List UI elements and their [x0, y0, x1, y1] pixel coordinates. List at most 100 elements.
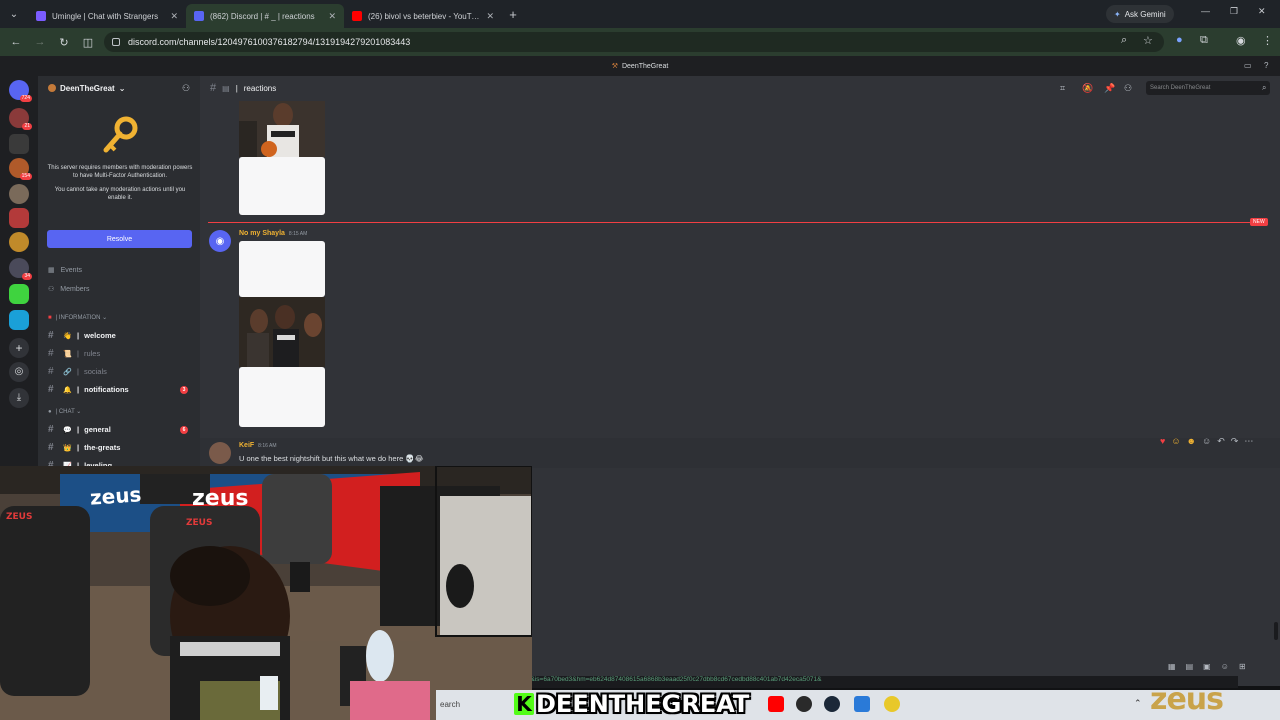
channel-emoji-icon: 💬 — [63, 426, 72, 434]
add-server-icon[interactable]: + — [9, 338, 29, 358]
discover-compass-icon[interactable]: ◎ — [9, 362, 29, 382]
sticker-icon[interactable]: ▣ — [1203, 662, 1211, 671]
heart-reaction-icon[interactable]: ♥ — [1160, 436, 1165, 447]
add-member-icon[interactable]: ⚇ — [182, 83, 190, 94]
reply-icon[interactable]: ↶ — [1217, 436, 1225, 447]
close-window-icon[interactable]: ✕ — [1258, 6, 1266, 17]
chat-scrollbar[interactable] — [1274, 622, 1278, 640]
channel-header: # ▤ | reactions — [200, 76, 1280, 100]
add-reaction-icon[interactable]: ☺ — [1202, 436, 1211, 447]
attachment-image[interactable] — [239, 157, 325, 215]
bookmark-star-icon[interactable]: ☆ — [1143, 34, 1153, 47]
address-bar[interactable]: discord.com/channels/1204976100376182794… — [104, 32, 1164, 52]
members-nav[interactable]: ⚇ Members — [48, 285, 89, 294]
mute-bell-icon[interactable]: 🔕 — [1082, 83, 1093, 94]
tray-chevron-up-icon[interactable]: ⌃ — [1134, 698, 1142, 709]
steam-icon[interactable] — [824, 696, 840, 712]
tab-search-chevron-icon[interactable]: ⌄ — [0, 0, 28, 28]
attachment-image[interactable] — [239, 367, 325, 427]
events-nav[interactable]: ▦ Events — [48, 266, 83, 275]
gemini-label: Ask Gemini — [1124, 9, 1166, 19]
chrome-canary-icon[interactable] — [884, 696, 900, 712]
server-icon[interactable] — [9, 310, 29, 330]
attachment-image[interactable] — [239, 101, 325, 157]
channel-welcome[interactable]: # 👋 | welcome — [48, 330, 194, 341]
attachment-image[interactable] — [239, 241, 325, 297]
gemini-spark-icon: ✦ — [1114, 9, 1121, 19]
search-input[interactable]: Search DeenTheGreat — [1146, 81, 1270, 95]
maximize-window-icon[interactable]: ❐ — [1230, 6, 1238, 17]
taskbar-search[interactable]: earch — [440, 700, 460, 709]
resolve-button[interactable]: Resolve — [47, 230, 192, 248]
server-name: DeenTheGreat — [60, 83, 115, 93]
server-icon[interactable]: 21 — [9, 108, 32, 130]
close-tab-icon[interactable]: ✕ — [328, 11, 336, 22]
ask-gemini-button[interactable]: ✦ Ask Gemini — [1106, 5, 1174, 23]
hovered-message-row[interactable] — [200, 438, 1280, 468]
browser-tab[interactable]: Umingle | Chat with Strangers ✕ — [28, 4, 186, 28]
channel-the-greats[interactable]: # 👑 | the-greats — [48, 442, 194, 453]
pin-icon[interactable]: 📌 — [1104, 83, 1115, 94]
gift-icon[interactable]: ▦ — [1168, 662, 1176, 671]
youtube-icon[interactable] — [768, 696, 784, 712]
author-name[interactable]: KeiF — [239, 442, 254, 449]
split-view-icon[interactable]: ◫ — [76, 36, 100, 49]
forward-arrow-icon[interactable]: → — [28, 36, 52, 48]
browser-menu-icon[interactable]: ⋮ — [1262, 34, 1273, 47]
cry-laugh-reaction-icon[interactable]: ☻ — [1187, 436, 1196, 447]
message-author[interactable]: No my Shayla 8:15 AM — [239, 230, 307, 237]
server-icon[interactable] — [9, 208, 29, 228]
app-icon[interactable] — [854, 696, 870, 712]
server-header[interactable]: DeenTheGreat ⌄ ⚇ — [38, 76, 200, 100]
inbox-icon[interactable]: ▭ — [1244, 61, 1252, 70]
help-icon[interactable]: ? — [1264, 61, 1268, 70]
browser-tab[interactable]: (26) bivol vs beterbiev - YouTube ✕ — [344, 4, 502, 28]
minimize-window-icon[interactable]: — — [1201, 6, 1210, 16]
user-avatar[interactable] — [209, 442, 231, 464]
channel-name: the-greats — [84, 443, 121, 452]
back-arrow-icon[interactable]: ← — [4, 36, 28, 48]
server-icon[interactable]: 154 — [9, 158, 32, 180]
browser-tab-active[interactable]: (862) Discord | # _ | reactions ✕ — [186, 4, 344, 28]
new-tab-button[interactable]: + — [502, 7, 524, 22]
server-icon[interactable]: 34 — [9, 258, 32, 280]
download-icon[interactable]: ⤓ — [9, 388, 29, 408]
mfa-notice: This server requires members with modera… — [46, 106, 194, 208]
more-options-icon[interactable]: ⋯ — [1244, 436, 1253, 447]
obs-icon[interactable] — [796, 696, 812, 712]
discord-title-bar: ⚒ DeenTheGreat ▭ ? — [0, 56, 1280, 76]
message-author[interactable]: KeiF 8:16 AM — [239, 442, 277, 449]
server-icon[interactable] — [9, 284, 29, 304]
channel-name: rules — [83, 349, 101, 358]
channel-rules[interactable]: # 📜 | rules — [48, 348, 194, 359]
attachment-image[interactable] — [239, 297, 325, 367]
apps-icon[interactable]: ⊞ — [1239, 662, 1246, 671]
category-chat[interactable]: ● | CHAT ⌄ — [48, 408, 81, 416]
reload-icon[interactable]: ↻ — [52, 36, 76, 49]
server-icon[interactable] — [9, 134, 29, 154]
extension-icon[interactable]: ● — [1176, 34, 1183, 46]
direct-messages-icon[interactable]: 724 — [9, 80, 32, 102]
emoji-icon[interactable]: ☺ — [1221, 662, 1229, 671]
server-icon[interactable] — [9, 184, 29, 204]
discord-avatar-icon[interactable]: ◉ — [209, 230, 231, 252]
laugh-reaction-icon[interactable]: ☺ — [1171, 436, 1180, 447]
close-tab-icon[interactable]: ✕ — [486, 11, 494, 22]
threads-icon[interactable]: ⌗ — [1060, 83, 1065, 94]
member-list-icon[interactable]: ⚇ — [1124, 83, 1132, 94]
gif-icon[interactable]: ▤ — [1186, 662, 1194, 671]
server-icon[interactable] — [9, 232, 29, 252]
site-info-icon[interactable] — [112, 38, 120, 46]
author-name[interactable]: No my Shayla — [239, 230, 285, 237]
zoom-icon[interactable]: ⌕ — [1121, 34, 1127, 47]
forward-icon[interactable]: ↷ — [1231, 436, 1239, 447]
chair-logo: ZEUS — [186, 518, 213, 528]
extensions-puzzle-icon[interactable]: ⧉ — [1200, 34, 1208, 47]
channel-socials[interactable]: # 🔗 | socials — [48, 366, 194, 377]
events-label: Events — [60, 266, 83, 274]
channel-general[interactable]: # 💬 | general 6 — [48, 424, 194, 435]
profile-avatar-icon[interactable]: ◉ — [1236, 34, 1246, 47]
close-tab-icon[interactable]: ✕ — [170, 11, 178, 22]
category-information[interactable]: ■ | INFORMATION ⌄ — [48, 314, 107, 322]
channel-notifications[interactable]: # 🔔 | notifications 3 — [48, 384, 194, 395]
